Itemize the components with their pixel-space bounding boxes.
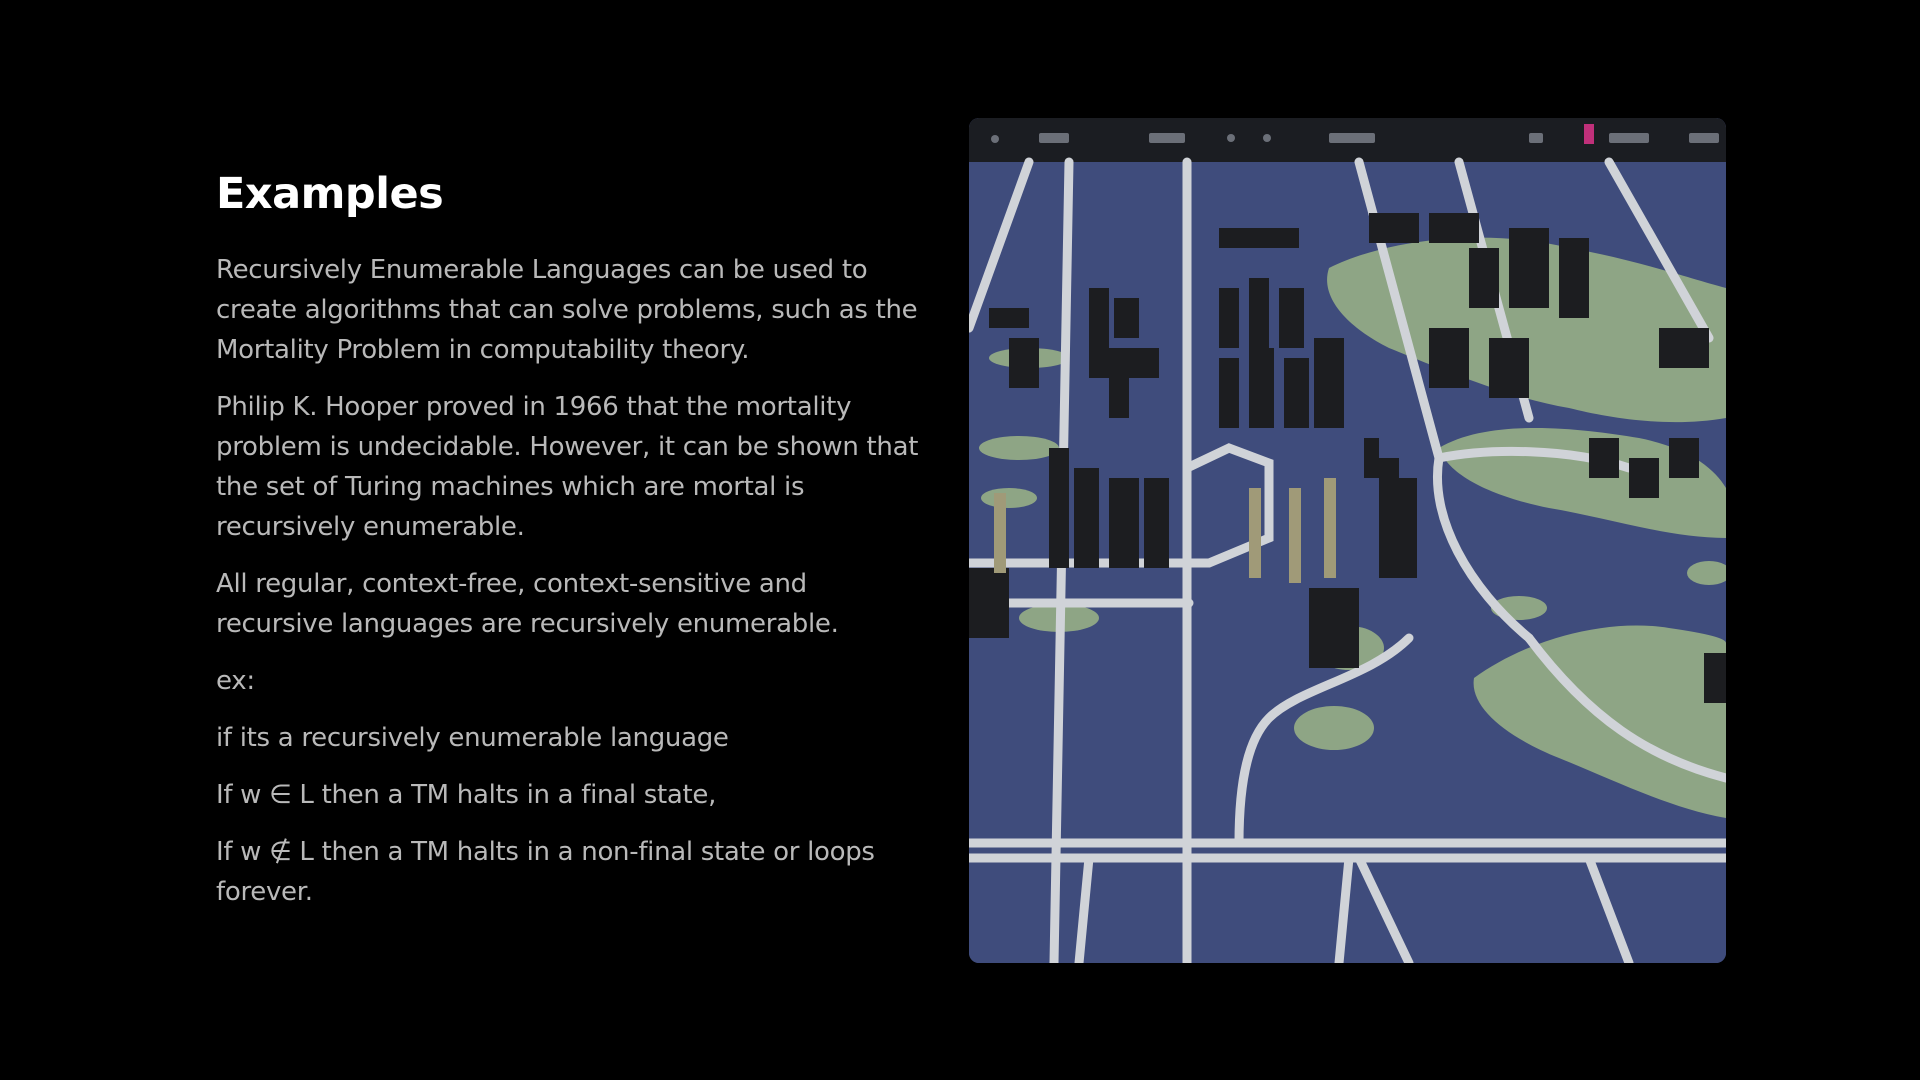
city-map-illustration — [969, 118, 1726, 963]
slide: Examples Recursively Enumerable Language… — [0, 0, 1920, 1080]
text-column: Examples Recursively Enumerable Language… — [216, 164, 926, 929]
toolbar-accent — [1584, 124, 1594, 144]
paragraph-1: Recursively Enumerable Languages can be … — [216, 255, 918, 365]
paragraph-5: if its a recursively enumerable language — [216, 723, 729, 753]
city-map-image — [969, 118, 1726, 963]
paragraph-7: If w ∉ L then a TM halts in a non-final … — [216, 837, 875, 907]
slide-title: Examples — [216, 169, 444, 219]
paragraph-6: If w ∈ L then a TM halts in a final stat… — [216, 780, 717, 810]
paragraph-3: All regular, context-free, context-sensi… — [216, 569, 839, 639]
paragraph-2: Philip K. Hooper proved in 1966 that the… — [216, 392, 919, 542]
paragraph-4: ex: — [216, 666, 255, 696]
